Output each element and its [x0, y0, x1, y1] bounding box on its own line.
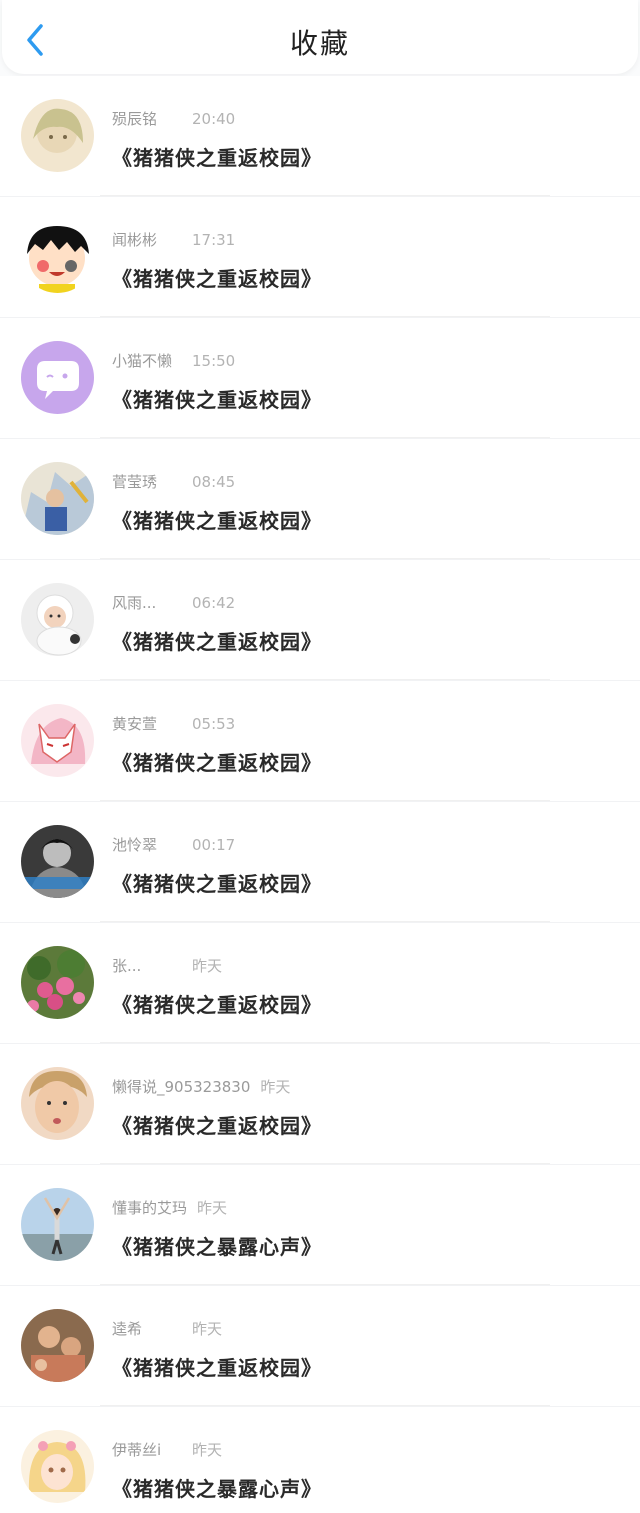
avatar[interactable] [21, 462, 94, 535]
list-item[interactable]: 逵希 昨天 《猪猪侠之重返校园》 [0, 1285, 640, 1406]
list-item[interactable]: 菅莹琇 08:45 《猪猪侠之重返校园》 [0, 438, 640, 559]
user-name: 伊蒂丝i [112, 1441, 162, 1459]
timestamp: 20:40 [192, 110, 236, 128]
item-meta: 殒辰铭 20:40 [112, 108, 235, 129]
item-title: 《猪猪侠之重返校园》 [112, 146, 322, 170]
timestamp: 15:50 [192, 352, 236, 370]
item-meta: 菅莹琇 08:45 [112, 471, 235, 492]
timestamp: 00:17 [192, 836, 236, 854]
item-title: 《猪猪侠之暴露心声》 [112, 1235, 322, 1259]
timestamp: 昨天 [192, 1441, 223, 1459]
item-title: 《猪猪侠之重返校园》 [112, 1114, 322, 1138]
header-bar: 收藏 [2, 0, 638, 74]
avatar[interactable] [21, 825, 94, 898]
user-name: 小猫不懒 [112, 352, 173, 370]
favorites-list: 殒辰铭 20:40 《猪猪侠之重返校园》 闻彬彬 17:31 《猪猪侠之重返校园》 … [0, 76, 640, 1513]
list-item[interactable]: 风雨... 06:42 《猪猪侠之重返校园》 [0, 559, 640, 680]
timestamp: 昨天 [192, 957, 223, 975]
item-title: 《猪猪侠之重返校园》 [112, 751, 322, 775]
item-meta: 小猫不懒 15:50 [112, 350, 235, 371]
avatar[interactable] [21, 946, 94, 1019]
list-item[interactable]: 殒辰铭 20:40 《猪猪侠之重返校园》 [0, 76, 640, 196]
list-item[interactable]: 懒得说_905323830 昨天 《猪猪侠之重返校园》 [0, 1043, 640, 1164]
page-title: 收藏 [289, 27, 350, 60]
item-meta: 黄安萱 05:53 [112, 713, 235, 734]
user-name: 黄安萱 [112, 715, 158, 733]
user-name: 风雨... [112, 594, 157, 612]
item-title: 《猪猪侠之重返校园》 [112, 267, 322, 291]
timestamp: 17:31 [192, 231, 236, 249]
item-meta: 池怜翠 00:17 [112, 834, 235, 855]
timestamp: 06:42 [192, 594, 236, 612]
item-meta: 张... 昨天 [112, 955, 222, 976]
item-title: 《猪猪侠之暴露心声》 [112, 1477, 322, 1501]
item-title: 《猪猪侠之重返校园》 [112, 993, 322, 1017]
item-meta: 闻彬彬 17:31 [112, 229, 235, 250]
list-item[interactable]: 池怜翠 00:17 《猪猪侠之重返校园》 [0, 801, 640, 922]
user-name: 懒得说_905323830 [112, 1078, 251, 1096]
favorites-screen: 收藏 殒辰铭 20:40 《猪猪侠之重返校园》 闻彬彬 17:31 《猪猪侠之重返校… [0, 0, 640, 1513]
avatar[interactable] [21, 341, 94, 414]
user-name: 闻彬彬 [112, 231, 158, 249]
item-meta: 伊蒂丝i 昨天 [112, 1439, 222, 1460]
avatar[interactable] [21, 1067, 94, 1140]
list-item[interactable]: 闻彬彬 17:31 《猪猪侠之重返校园》 [0, 196, 640, 317]
avatar[interactable] [21, 1430, 94, 1503]
user-name: 池怜翠 [112, 836, 158, 854]
timestamp: 05:53 [192, 715, 236, 733]
avatar[interactable] [21, 704, 94, 777]
item-title: 《猪猪侠之重返校园》 [112, 509, 322, 533]
avatar[interactable] [21, 1188, 94, 1261]
timestamp: 昨天 [192, 1320, 223, 1338]
timestamp: 08:45 [192, 473, 236, 491]
list-item[interactable]: 懂事的艾玛 昨天 《猪猪侠之暴露心声》 [0, 1164, 640, 1285]
item-meta: 风雨... 06:42 [112, 592, 235, 613]
item-title: 《猪猪侠之重返校园》 [112, 630, 322, 654]
list-item[interactable]: 伊蒂丝i 昨天 《猪猪侠之暴露心声》 [0, 1406, 640, 1513]
user-name: 殒辰铭 [112, 110, 158, 128]
avatar[interactable] [21, 583, 94, 656]
list-item[interactable]: 黄安萱 05:53 《猪猪侠之重返校园》 [0, 680, 640, 801]
user-name: 张... [112, 957, 142, 975]
item-title: 《猪猪侠之重返校园》 [112, 872, 322, 896]
user-name: 逵希 [112, 1320, 143, 1338]
avatar[interactable] [21, 1309, 94, 1382]
timestamp: 昨天 [260, 1078, 291, 1096]
user-name: 懂事的艾玛 [112, 1199, 188, 1217]
timestamp: 昨天 [197, 1199, 228, 1217]
item-meta: 懂事的艾玛 昨天 [112, 1197, 227, 1218]
item-meta: 逵希 昨天 [112, 1318, 222, 1339]
user-name: 菅莹琇 [112, 473, 158, 491]
avatar[interactable] [21, 220, 94, 293]
item-title: 《猪猪侠之重返校园》 [112, 388, 322, 412]
item-meta: 懒得说_905323830 昨天 [112, 1076, 290, 1097]
list-item[interactable]: 张... 昨天 《猪猪侠之重返校园》 [0, 922, 640, 1043]
avatar[interactable] [21, 99, 94, 172]
item-title: 《猪猪侠之重返校园》 [112, 1356, 322, 1380]
list-item[interactable]: 小猫不懒 15:50 《猪猪侠之重返校园》 [0, 317, 640, 438]
